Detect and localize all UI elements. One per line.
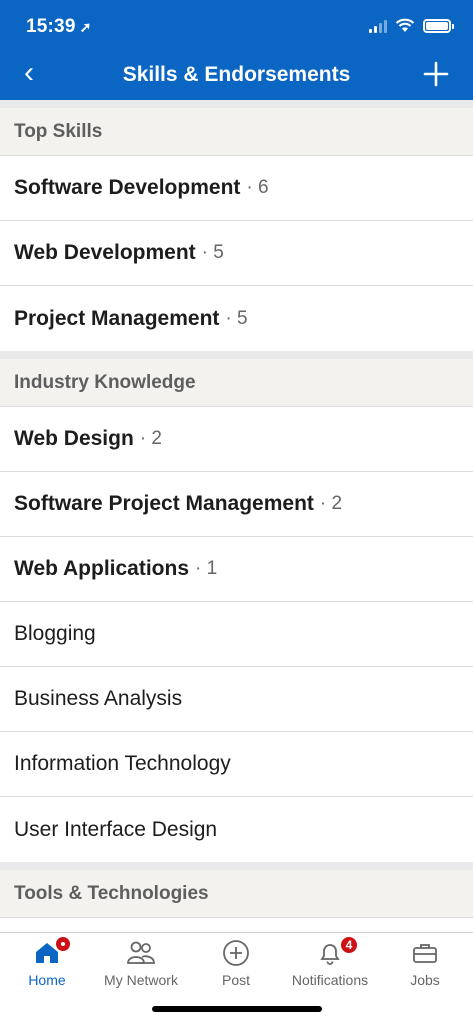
section-divider — [0, 351, 473, 359]
skill-name: Web Design — [14, 427, 134, 450]
skill-name: Web Applications — [14, 557, 190, 580]
tab-label: Notifications — [291, 972, 369, 988]
network-icon — [127, 941, 155, 964]
skill-row[interactable]: Web Applications · 1 — [0, 537, 473, 602]
endorsement-count: · 2 — [139, 428, 162, 449]
skill-name: Software Development — [14, 176, 241, 199]
tab-post[interactable]: Post — [189, 939, 283, 988]
tab-label: My Network — [104, 972, 178, 988]
skill-row[interactable]: Web Design · 2 — [0, 407, 473, 472]
tab-label: Post — [221, 972, 250, 988]
section-divider — [0, 862, 473, 870]
battery-icon — [423, 18, 454, 33]
skill-row[interactable]: Software Development · 6 — [0, 156, 473, 221]
section-header-tools-technologies: Tools & Technologies — [0, 870, 473, 918]
skill-row[interactable]: User Interface Design — [0, 797, 473, 862]
endorsement-count: · 6 — [246, 177, 269, 198]
home-indicator — [152, 1006, 322, 1012]
endorsement-count: · 1 — [195, 558, 218, 579]
endorsement-count: · 5 — [225, 307, 248, 329]
skill-row[interactable]: Software Project Management · 2 — [0, 472, 473, 537]
skill-name: Web Development — [14, 241, 196, 264]
tab-label: Jobs — [410, 972, 440, 988]
skill-name: Software Project Management — [14, 492, 314, 515]
status-icons — [369, 18, 454, 33]
tab-home[interactable]: Home — [0, 935, 94, 988]
nav-bar: ‹ Skills & Endorsements — [0, 52, 473, 100]
skill-row[interactable]: Information Technology — [0, 732, 473, 797]
briefcase-icon — [413, 944, 437, 963]
skill-row[interactable]: Project Management · 5 — [0, 286, 473, 351]
post-plus-icon — [223, 940, 249, 966]
skills-list: Top Skills Software Development · 6 Web D… — [0, 100, 473, 918]
top-bar: 15:39 ➚ ‹ Skills & Endorsements — [0, 0, 473, 100]
signal-icon — [369, 19, 387, 33]
section-header-industry-knowledge: Industry Knowledge — [0, 359, 473, 407]
status-bar: 15:39 ➚ — [0, 0, 473, 52]
tab-label: Home — [28, 972, 66, 988]
skill-row[interactable]: Business Analysis — [0, 667, 473, 732]
tab-notifications[interactable]: 4 Notifications — [283, 935, 377, 988]
notifications-badge: 4 — [339, 935, 359, 955]
endorsement-count: · 2 — [319, 493, 343, 514]
skill-name: Blogging — [14, 622, 96, 645]
tab-jobs[interactable]: Jobs — [378, 939, 472, 988]
wifi-icon — [395, 18, 415, 32]
skill-name: Project Management — [14, 306, 220, 330]
skill-row[interactable]: Web Development · 5 — [0, 221, 473, 286]
skill-name: Business Analysis — [14, 687, 183, 710]
skill-name: User Interface Design — [14, 817, 218, 841]
add-skill-icon[interactable] — [421, 59, 451, 89]
skill-row[interactable]: Blogging — [0, 602, 473, 667]
skill-name: Information Technology — [14, 752, 231, 775]
page-title: Skills & Endorsements — [122, 63, 351, 86]
home-badge-dot — [54, 935, 72, 953]
section-divider — [0, 100, 473, 108]
status-time: 15:39 ➚ — [26, 16, 92, 37]
section-header-top-skills: Top Skills — [0, 108, 473, 156]
location-arrow-icon: ➚ — [79, 19, 92, 35]
tab-my-network[interactable]: My Network — [94, 939, 188, 988]
endorsement-count: · 5 — [201, 242, 224, 263]
